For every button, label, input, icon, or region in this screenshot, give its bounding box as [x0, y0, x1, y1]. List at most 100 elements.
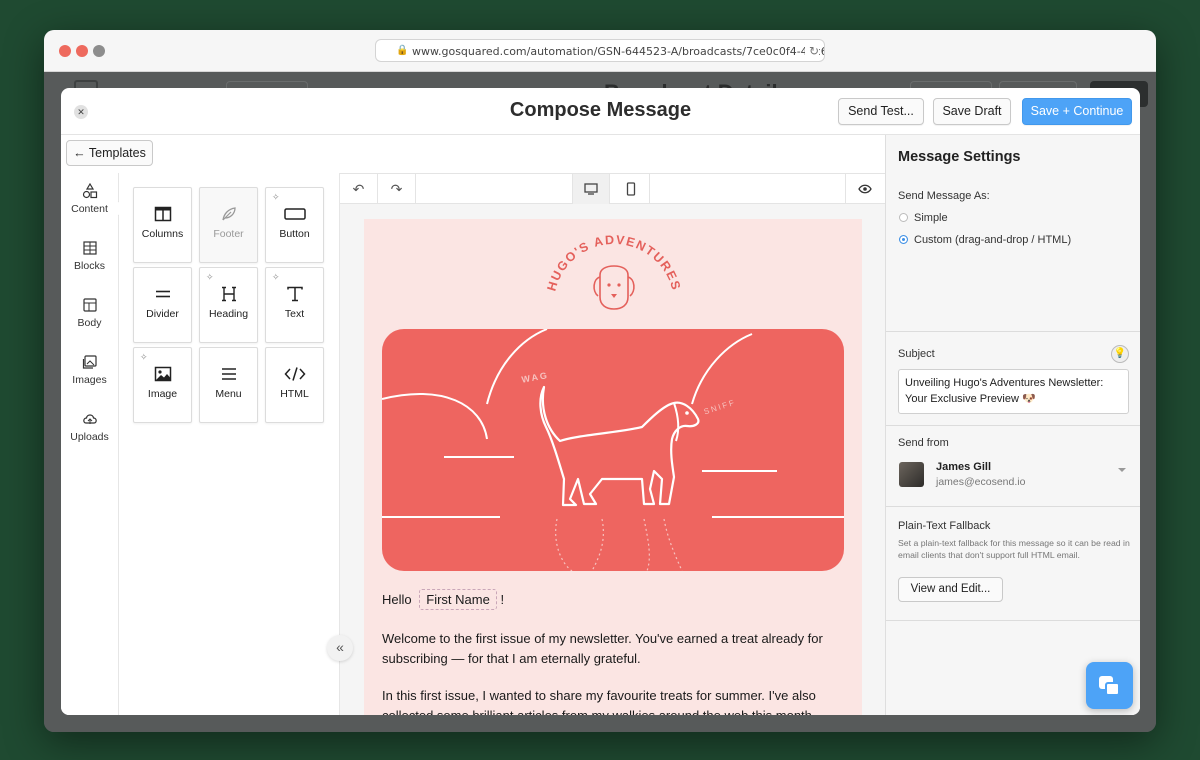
content-sidebar: Content Blocks Body Images Uploads [61, 173, 119, 715]
radio-custom-circle [899, 235, 908, 244]
view-edit-button[interactable]: View and Edit... [898, 577, 1003, 602]
blocks-icon [82, 241, 97, 255]
tile-columns[interactable]: Columns [133, 187, 192, 263]
collapse-panel-icon[interactable]: « [327, 635, 353, 661]
fallback-description: Set a plain-text fallback for this messa… [898, 538, 1130, 560]
radio-simple[interactable]: Simple [899, 212, 948, 224]
sparkle-icon: ✧ [272, 272, 280, 282]
sender-name: James Gill [936, 461, 992, 473]
tile-divider[interactable]: Divider [133, 267, 192, 343]
layout-icon [82, 298, 97, 312]
settings-title: Message Settings [898, 149, 1021, 165]
tile-columns-label: Columns [141, 228, 184, 240]
button-icon [283, 208, 306, 220]
templates-button[interactable]: ← Templates [66, 140, 153, 166]
save-continue-button[interactable]: Save + Continue [1022, 98, 1132, 125]
redo-icon[interactable]: ↷ [378, 174, 416, 204]
email-paragraph-1[interactable]: Welcome to the first issue of my newslet… [382, 629, 832, 668]
lock-icon: 🔒 [396, 45, 409, 56]
undo-icon[interactable]: ↶ [340, 174, 378, 204]
nav-content-label: Content [71, 203, 108, 215]
close-window-icon[interactable] [59, 45, 71, 57]
tile-html[interactable]: HTML [265, 347, 324, 423]
tile-button[interactable]: ✧ Button [265, 187, 324, 263]
subject-label: Subject [898, 348, 935, 360]
sender-avatar [899, 462, 924, 487]
menu-icon [221, 368, 236, 380]
reload-icon[interactable]: ↻ [804, 44, 819, 58]
subject-input[interactable]: Unveiling Hugo's Adventures Newsletter: … [898, 369, 1129, 414]
greeting-end: ! [500, 592, 505, 607]
compose-modal: ✕ Compose Message Send Test... Save Draf… [61, 88, 1140, 715]
text-icon [286, 286, 303, 302]
tile-divider-label: Divider [146, 308, 179, 320]
modal-header: ✕ Compose Message Send Test... Save Draf… [61, 88, 1140, 135]
divider [886, 620, 1140, 621]
save-draft-button[interactable]: Save Draft [933, 98, 1011, 125]
nav-blocks[interactable]: Blocks [61, 240, 118, 272]
tile-footer-label: Footer [213, 228, 244, 240]
tile-text[interactable]: ✧ Text [265, 267, 324, 343]
nav-body-label: Body [77, 317, 102, 329]
tile-image-label: Image [147, 388, 178, 400]
nav-uploads[interactable]: Uploads [61, 411, 118, 443]
tile-text-label: Text [284, 308, 305, 320]
chat-bubble-icon-2 [1105, 682, 1120, 696]
columns-icon [154, 206, 171, 222]
email-body[interactable]: HUGO'S ADVENTURES WAG SNIFF Hello First … [364, 219, 862, 715]
sparkle-icon: ✧ [272, 192, 280, 202]
desktop-view-icon[interactable] [572, 174, 610, 204]
feather-icon [221, 207, 236, 221]
upload-cloud-icon [82, 414, 97, 424]
greeting-text: Hello [382, 592, 412, 607]
email-editor: ↶ ↷ HUGO'S ADVENTURES WAG SNIFF Hello Fi… [340, 173, 885, 715]
preview-eye-icon[interactable] [845, 174, 883, 204]
greeting-line: Hello First Name ! [382, 589, 504, 610]
tile-menu-label: Menu [215, 388, 242, 400]
hugos-adventures-logo: HUGO'S ADVENTURES [544, 233, 683, 310]
zoom-window-icon[interactable] [93, 45, 105, 57]
divider [886, 425, 1140, 426]
chat-widget-button[interactable] [1086, 662, 1133, 709]
address-bar[interactable]: 🔒 www.gosquared.com/automation/GSN-64452… [375, 39, 825, 62]
shapes-icon [82, 183, 97, 199]
browser-chrome: 🔒 www.gosquared.com/automation/GSN-64452… [44, 30, 1156, 72]
radio-custom[interactable]: Custom (drag-and-drop / HTML) [899, 234, 1071, 246]
tile-footer[interactable]: Footer [199, 187, 258, 263]
lightbulb-icon[interactable]: 💡 [1111, 345, 1129, 363]
dog-hero-illustration: WAG SNIFF [382, 329, 844, 571]
chevron-down-icon[interactable] [1118, 468, 1126, 472]
mobile-view-icon[interactable] [612, 174, 650, 204]
email-paragraph-2[interactable]: In this first issue, I wanted to share m… [382, 686, 832, 715]
send-as-label: Send Message As: [898, 190, 990, 202]
message-settings-panel: Message Settings Send Message As: Simple… [885, 135, 1140, 715]
divider [886, 506, 1140, 507]
url-text: www.gosquared.com/automation/GSN-644523-… [412, 45, 825, 58]
images-icon [82, 355, 97, 369]
nav-images-label: Images [72, 374, 107, 386]
nav-uploads-label: Uploads [70, 431, 109, 443]
tile-menu[interactable]: Menu [199, 347, 258, 423]
divider [886, 331, 1140, 332]
svg-text:HUGO'S ADVENTURES: HUGO'S ADVENTURES [544, 233, 683, 293]
nav-images[interactable]: Images [61, 354, 118, 386]
minimize-window-icon[interactable] [76, 45, 88, 57]
browser-window: 🔒 www.gosquared.com/automation/GSN-64452… [44, 30, 1156, 732]
tile-html-label: HTML [280, 388, 309, 400]
email-canvas: HUGO'S ADVENTURES WAG SNIFF Hello First … [340, 204, 885, 715]
nav-content[interactable]: Content [61, 183, 118, 215]
first-name-merge-tag[interactable]: First Name [419, 589, 497, 610]
tile-button-label: Button [279, 228, 310, 240]
tile-heading-label: Heading [208, 308, 249, 320]
heading-icon [221, 286, 236, 302]
nav-body[interactable]: Body [61, 297, 118, 329]
tile-image[interactable]: ✧ Image [133, 347, 192, 423]
tile-heading[interactable]: ✧ Heading [199, 267, 258, 343]
send-test-button[interactable]: Send Test... [838, 98, 924, 125]
divider-icon [155, 290, 170, 298]
content-tiles-panel: Columns Footer ✧ Button Divider ✧ Headin… [119, 173, 340, 715]
editor-toolbar: ↶ ↷ [340, 173, 885, 204]
sender-email: james@ecosend.io [936, 476, 1026, 488]
code-icon [283, 367, 306, 381]
sparkle-icon: ✧ [140, 352, 148, 362]
